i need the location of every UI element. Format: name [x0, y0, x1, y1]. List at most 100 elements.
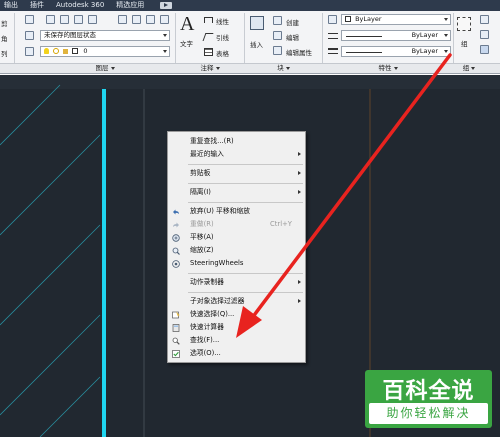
menu-item-redo[interactable]: 重做(R) Ctrl+Y	[168, 219, 305, 230]
sun-icon	[53, 48, 60, 54]
chevron-down-icon	[444, 50, 448, 53]
chevron-down-icon	[110, 66, 115, 70]
group-tool-icon-1[interactable]	[480, 15, 489, 24]
block-panel-title[interactable]: 块	[245, 63, 322, 73]
menu-item-label: 剪贴板	[190, 169, 211, 177]
quick-select-icon	[172, 311, 180, 319]
properties-panel-title-text: 特性	[378, 64, 392, 72]
menu-item-repeat-find[interactable]: 重复查找...(R)	[168, 136, 305, 147]
insert-block-icon[interactable]	[250, 16, 264, 30]
match-properties-icon[interactable]	[328, 15, 337, 24]
menu-item-find[interactable]: 查找(F)...	[168, 335, 305, 346]
leader-label[interactable]: 引线	[216, 32, 229, 42]
table-icon[interactable]	[204, 48, 213, 56]
table-label[interactable]: 表格	[216, 48, 229, 58]
layer-panel-title[interactable]: 图层	[40, 63, 170, 73]
redo-icon	[173, 222, 179, 228]
menu-item-pan[interactable]: 平移(A)	[168, 232, 305, 243]
menu-item-label: 重做(R)	[190, 220, 214, 228]
layer-state-dropdown[interactable]: 未保存的图层状态	[40, 30, 170, 41]
chevron-down-icon	[444, 34, 448, 37]
layer-tool-icon-2[interactable]	[60, 15, 69, 24]
menu-item-label: 选项(O)...	[190, 349, 221, 357]
ribbon-left-label-2[interactable]: 角	[1, 33, 8, 43]
layer-tool-icon-4[interactable]	[88, 15, 97, 24]
video-icon[interactable]	[160, 2, 173, 9]
menu-item-output[interactable]: 输出	[0, 0, 24, 11]
menu-item-quick-select[interactable]: 快速选择(Q)...	[168, 309, 305, 320]
insert-label[interactable]: 插入	[250, 39, 263, 49]
linetype-value: ByLayer	[411, 31, 438, 39]
menu-item-label: 隔离(I)	[190, 188, 211, 196]
submenu-arrow-icon	[298, 171, 301, 175]
submenu-arrow-icon	[298, 299, 301, 303]
watermark-title: 百科全说	[382, 379, 475, 404]
menu-item-label: 放弃(U) 平移和缩放	[190, 207, 251, 215]
annotation-panel-title[interactable]: 注释	[176, 63, 244, 73]
layer-tool-icon-5[interactable]	[118, 15, 127, 24]
edit-block-icon[interactable]	[273, 31, 282, 40]
color-value: ByLayer	[355, 15, 382, 23]
menu-item-autodesk-360[interactable]: Autodesk 360	[50, 0, 110, 11]
annotation-panel-title-text: 注释	[200, 64, 214, 72]
layer-state-icon[interactable]	[25, 31, 34, 40]
menu-item-featured-apps[interactable]: 精选应用	[110, 0, 150, 11]
group-label[interactable]: 组	[461, 38, 468, 48]
pan-icon	[172, 234, 180, 242]
menu-item-recent-input[interactable]: 最近的输入	[168, 149, 305, 160]
block-panel-title-text: 块	[277, 64, 284, 72]
edit-attributes-label[interactable]: 编辑属性	[286, 47, 312, 57]
layer-match-icon[interactable]	[25, 47, 34, 56]
menu-item-action-recorder[interactable]: 动作录制器	[168, 277, 305, 288]
menu-item-label: 重复查找...(R)	[190, 137, 234, 145]
menu-item-quick-calc[interactable]: 快速计算器	[168, 322, 305, 333]
menu-separator	[188, 292, 303, 293]
context-menu: 重复查找...(R) 最近的输入 剪贴板 隔离(I) 放弃(U) 平移和缩放 重…	[167, 131, 306, 363]
current-layer-dropdown[interactable]: 0	[40, 46, 170, 57]
layer-tool-icon-3[interactable]	[74, 15, 83, 24]
group-tool-icon-2[interactable]	[480, 30, 489, 39]
group-panel-title[interactable]: 组	[454, 63, 484, 73]
menu-item-undo[interactable]: 放弃(U) 平移和缩放	[168, 206, 305, 217]
menu-item-shortcut: Ctrl+Y	[270, 220, 292, 228]
group-panel-title-text: 组	[462, 64, 470, 72]
linetype-dropdown[interactable]: ByLayer	[341, 30, 451, 41]
layer-properties-icon[interactable]	[25, 15, 34, 24]
menu-item-options[interactable]: 选项(O)...	[168, 348, 305, 359]
hatch-pattern	[0, 84, 101, 437]
linear-dimension-icon[interactable]	[204, 17, 213, 23]
ribbon-left-label-1[interactable]: 剪	[1, 18, 8, 28]
group-icon[interactable]	[457, 17, 471, 31]
edit-attributes-icon[interactable]	[273, 46, 282, 55]
layer-tool-icon-6[interactable]	[132, 15, 141, 24]
text-label[interactable]: 文字	[180, 38, 193, 48]
create-label[interactable]: 创建	[286, 17, 299, 27]
edit-label[interactable]: 编辑	[286, 32, 299, 42]
lineweight-dropdown[interactable]: ByLayer	[341, 46, 451, 57]
submenu-arrow-icon	[298, 190, 301, 194]
menu-item-subobject-filter[interactable]: 子对象选择过滤器	[168, 296, 305, 307]
menu-separator	[188, 164, 303, 165]
menu-item-steeringwheels[interactable]: SteeringWheels	[168, 258, 305, 269]
menu-item-isolate[interactable]: 隔离(I)	[168, 187, 305, 198]
linear-label[interactable]: 线性	[216, 16, 229, 26]
layer-tool-icon-7[interactable]	[146, 15, 155, 24]
menu-bar: 输出 插件 Autodesk 360 精选应用	[0, 0, 500, 11]
group-tool-icon-3[interactable]	[480, 45, 489, 54]
layer-tool-icon-8[interactable]	[160, 15, 169, 24]
menu-item-label: SteeringWheels	[190, 259, 244, 267]
chevron-down-icon	[393, 66, 398, 70]
menu-item-label: 最近的输入	[190, 150, 224, 158]
menu-item-zoom[interactable]: 缩放(Z)	[168, 245, 305, 256]
chevron-down-icon	[163, 50, 167, 53]
menu-item-clipboard[interactable]: 剪贴板	[168, 168, 305, 179]
leader-icon[interactable]	[202, 33, 214, 41]
color-dropdown[interactable]: ByLayer	[341, 14, 451, 25]
submenu-arrow-icon	[298, 280, 301, 284]
layer-tool-icon-1[interactable]	[46, 15, 55, 24]
create-block-icon[interactable]	[273, 16, 282, 25]
ribbon-left-label-3[interactable]: 列	[1, 48, 8, 58]
properties-panel-title[interactable]: 特性	[323, 63, 453, 73]
menu-item-plugins[interactable]: 插件	[24, 0, 50, 11]
text-a-icon[interactable]: A	[180, 13, 194, 36]
